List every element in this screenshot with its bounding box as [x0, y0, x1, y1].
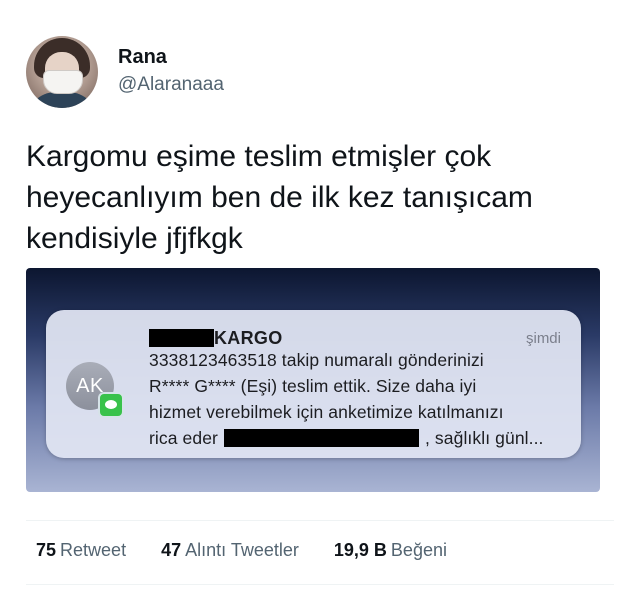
tweet-text: Kargomu eşime teslim etmişler çok heyeca… — [26, 136, 626, 259]
tweet-text-line: Kargomu eşime teslim etmişler çok — [26, 140, 492, 173]
tweet-text-line: heyecanlıyım ben de ilk kez tanışıcam — [26, 181, 533, 214]
likes-stat[interactable]: 19,9 B Beğeni — [334, 540, 447, 561]
tweet-image[interactable]: AK KARGO şimdi 3338123463518 takip numar… — [26, 268, 600, 492]
divider — [26, 520, 614, 521]
messages-app-icon — [98, 392, 124, 418]
message-bubble-icon — [105, 400, 117, 409]
redaction-bar — [149, 329, 214, 347]
notification-line: 3338123463518 takip numaralı gönderinizi — [149, 350, 484, 370]
tweet-stats: 75 Retweet 47 Alıntı Tweetler 19,9 B Beğeni — [36, 540, 477, 561]
tweet: Rana @Alaranaaa Kargomu eşime teslim etm… — [0, 0, 640, 608]
notification-time: şimdi — [525, 330, 561, 347]
divider — [26, 584, 614, 585]
notification-line-end: , sağlıklı günl... — [425, 428, 544, 448]
retweets-count: 75 — [36, 540, 57, 560]
quotes-stat[interactable]: 47 Alıntı Tweetler — [161, 540, 299, 561]
redaction-bar — [224, 429, 419, 447]
quotes-label: Alıntı Tweetler — [185, 540, 299, 560]
avatar-mask — [43, 70, 83, 94]
user-handle[interactable]: @Alaranaaa — [118, 74, 224, 96]
avatar-shoulder — [26, 92, 98, 108]
notification-sender: KARGO — [214, 328, 283, 348]
likes-count: 19,9 B — [333, 540, 387, 560]
display-name[interactable]: Rana — [118, 46, 167, 69]
quotes-count: 47 — [161, 540, 182, 560]
sms-notification: AK KARGO şimdi 3338123463518 takip numar… — [46, 310, 581, 458]
notification-line: rica eder , sağlıklı günl... — [149, 428, 544, 449]
tweet-text-line: kendisiyle jfjfkgk — [26, 222, 243, 255]
avatar[interactable] — [26, 36, 98, 108]
retweets-stat[interactable]: 75 Retweet — [36, 540, 126, 561]
notification-line: hizmet verebilmek için anketimize katılm… — [149, 402, 504, 422]
retweets-label: Retweet — [60, 540, 127, 560]
notification-line: R**** G**** (Eşi) teslim ettik. Size dah… — [149, 376, 477, 396]
likes-label: Beğeni — [390, 540, 447, 560]
notification-line-start: rica eder — [149, 428, 218, 448]
